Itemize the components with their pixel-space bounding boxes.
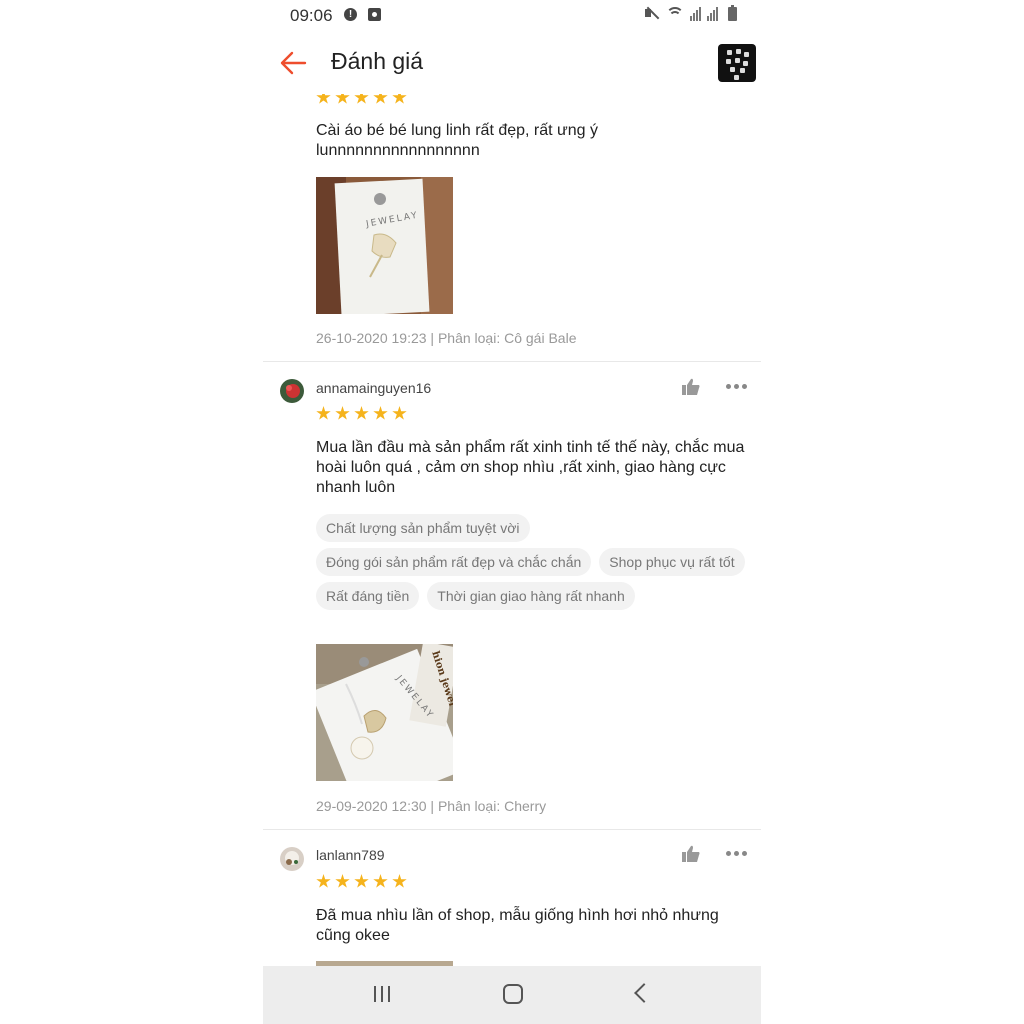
star-icon bbox=[316, 874, 331, 888]
dot-icon bbox=[742, 851, 747, 856]
signal-icon bbox=[707, 5, 718, 21]
more-options-button[interactable] bbox=[726, 851, 748, 859]
dot-icon bbox=[726, 384, 731, 389]
star-icon bbox=[392, 406, 407, 420]
divider bbox=[263, 829, 761, 830]
jewelry-photo: JEWELAY bbox=[316, 177, 453, 314]
username[interactable]: annamainguyen16 bbox=[316, 380, 431, 396]
signal-icon bbox=[690, 5, 701, 21]
star-icon bbox=[316, 406, 331, 420]
like-button[interactable] bbox=[681, 378, 701, 396]
avatar[interactable] bbox=[280, 379, 304, 403]
dot-icon bbox=[726, 851, 731, 856]
review-photo[interactable]: JEWELAY bbox=[316, 177, 453, 314]
review-meta: 26-10-2020 19:23 | Phân loại: Cô gái Bal… bbox=[316, 330, 577, 346]
username[interactable]: lanlann789 bbox=[316, 847, 385, 863]
app-header: Đánh giá bbox=[263, 30, 761, 94]
star-icon bbox=[335, 406, 350, 420]
battery-icon bbox=[728, 5, 737, 21]
star-icon bbox=[373, 406, 388, 420]
page-title: Đánh giá bbox=[331, 48, 424, 74]
review-comment: Cài áo bé bé lung linh rất đẹp, rất ưng … bbox=[316, 122, 598, 159]
thumbs-up-icon bbox=[682, 845, 700, 862]
avatar[interactable] bbox=[280, 847, 304, 871]
status-right-icons bbox=[644, 5, 737, 21]
star-icon bbox=[354, 406, 369, 420]
recent-apps-icon[interactable] bbox=[374, 986, 394, 1002]
avatar-image bbox=[280, 847, 304, 871]
like-button[interactable] bbox=[681, 845, 701, 863]
review-tag[interactable]: Thời gian giao hàng rất nhanh bbox=[427, 582, 635, 610]
star-rating bbox=[316, 406, 407, 421]
review-meta: 29-09-2020 12:30 | Phân loại: Cherry bbox=[316, 798, 547, 814]
app-notification-icon bbox=[368, 8, 381, 21]
review-tag[interactable]: Rất đáng tiền bbox=[316, 582, 420, 610]
phone-screen: 09:06 ! Đánh giá Cài áo bé bé lung linh … bbox=[263, 0, 761, 1024]
review-comment: Mua lần đầu mà sản phẩm rất xinh tinh tế… bbox=[316, 439, 745, 496]
dot-icon bbox=[734, 851, 739, 856]
product-thumbnail[interactable] bbox=[718, 44, 756, 82]
star-icon bbox=[373, 874, 388, 888]
review-comment: Đã mua nhìu lần of shop, mẫu giống hình … bbox=[316, 907, 719, 944]
jewelry-photo: hion jewel JEWELAY bbox=[316, 644, 453, 781]
dot-icon bbox=[742, 384, 747, 389]
wifi-icon bbox=[666, 5, 684, 21]
thumbs-up-icon bbox=[682, 378, 700, 395]
back-icon[interactable] bbox=[634, 983, 654, 1003]
dot-icon bbox=[734, 384, 739, 389]
status-bar: 09:06 ! bbox=[263, 0, 761, 30]
review-tags: Chất lượng sản phẩm tuyệt vời Đóng gói s… bbox=[316, 514, 746, 610]
divider bbox=[263, 361, 761, 362]
review-tag[interactable]: Shop phục vụ rất tốt bbox=[599, 548, 745, 576]
mute-icon bbox=[644, 5, 660, 21]
star-rating bbox=[316, 874, 407, 889]
star-icon bbox=[354, 874, 369, 888]
star-icon bbox=[392, 874, 407, 888]
review-tag[interactable]: Chất lượng sản phẩm tuyệt vời bbox=[316, 514, 530, 542]
alert-circle-icon: ! bbox=[344, 8, 357, 21]
home-icon[interactable] bbox=[503, 984, 523, 1004]
system-nav-bar bbox=[263, 966, 761, 1024]
review-tag[interactable]: Đóng gói sản phẩm rất đẹp và chắc chắn bbox=[316, 548, 592, 576]
back-button[interactable] bbox=[279, 50, 307, 76]
review-photo[interactable]: hion jewel JEWELAY bbox=[316, 644, 453, 781]
arrow-left-icon bbox=[280, 51, 307, 75]
status-time: 09:06 bbox=[290, 6, 333, 25]
avatar-image bbox=[280, 379, 304, 403]
more-options-button[interactable] bbox=[726, 384, 748, 392]
star-icon bbox=[335, 874, 350, 888]
